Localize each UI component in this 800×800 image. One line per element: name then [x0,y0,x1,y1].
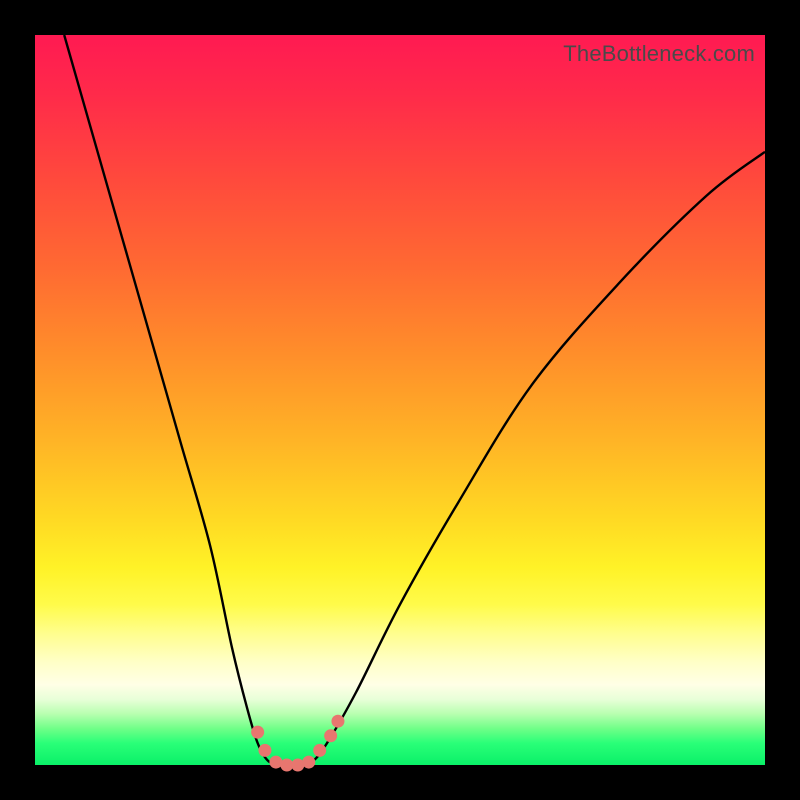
curve-marker [324,729,337,742]
curve-layer [35,35,765,765]
bottleneck-curve [64,35,765,765]
curve-marker [269,756,282,769]
curve-marker [331,715,344,728]
plot-area: TheBottleneck.com [35,35,765,765]
curve-marker [302,756,315,769]
curve-marker [258,744,271,757]
curve-marker [291,759,304,772]
curve-marker [251,726,264,739]
curve-marker [313,744,326,757]
chart-stage: TheBottleneck.com [0,0,800,800]
curve-markers [251,715,344,772]
